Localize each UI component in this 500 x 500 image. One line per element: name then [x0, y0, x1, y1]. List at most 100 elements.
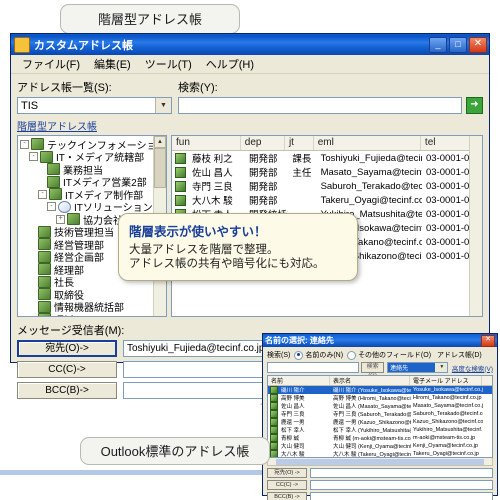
outlook-recipients-section: 宛先(O) -> CC(C) -> BCC(B) ->	[267, 468, 493, 500]
outlook-cell-name: 松下 幸人	[281, 428, 305, 434]
outlook-table-row[interactable]: 寺門 三良 寺門 三良 (Saburoh_Terakado@tecin...Sab…	[268, 410, 492, 418]
recipient-button-cc[interactable]: CC(C)->	[17, 361, 117, 378]
outlook-cell-display: 大八木 駿 (Takeru_Oyagi@tecinf.co...	[333, 452, 411, 458]
outlook-select-names-window: 名前の選択: 連絡先 ✕ 検索(S) 名前のみ(N) その他のフィールド(O) …	[262, 333, 498, 500]
cell-jt: 主任	[292, 168, 312, 179]
outlook-cell-name: 大八木 駿	[281, 452, 305, 458]
outlook-column-display[interactable]: 表示名	[330, 376, 410, 385]
group-icon	[38, 263, 51, 276]
recipient-button-bcc[interactable]: BCC(B)->	[17, 382, 117, 399]
menu-edit[interactable]: 編集(E)	[87, 55, 138, 73]
collapse-icon[interactable]: -	[47, 202, 56, 212]
outlook-search-button[interactable]: 検索(G)	[361, 362, 385, 379]
outlook-address-book-combo[interactable]: 連絡先 ▼	[387, 362, 448, 373]
toolbar-row: アドレス帳一覧(S): TIS ▼ 検索(Y): ➜	[17, 79, 483, 114]
outlook-contacts-list[interactable]: 名前 表示名 電子メール アドレス 磯川 陽介 磯川 陽介 (Yosuke_Iso…	[267, 375, 493, 458]
radio-name-only-label: 名前のみ(N)	[305, 352, 344, 359]
scroll-up-icon[interactable]: ▲	[154, 136, 166, 148]
menu-tools[interactable]: ツール(T)	[138, 55, 199, 73]
outlook-recipient-field-to[interactable]	[310, 468, 493, 478]
outlook-recipient-button-bcc[interactable]: BCC(B) ->	[267, 492, 307, 500]
scroll-thumb[interactable]	[154, 148, 166, 188]
cell-dep: 開発部	[248, 196, 278, 207]
advanced-search-link[interactable]: 高度な検索(V)	[452, 363, 493, 373]
collapse-icon[interactable]: -	[29, 152, 38, 162]
outlook-recipient-button-cc[interactable]: CC(C) ->	[267, 480, 307, 490]
list-header: fun dep jt eml tel	[172, 136, 482, 151]
tree-node[interactable]: 情報機器統括部	[20, 300, 166, 314]
outlook-search-input[interactable]	[267, 362, 359, 373]
chevron-down-icon[interactable]: ▼	[155, 98, 171, 113]
table-row[interactable]: 寺門 三良開発部Saburoh_Terakado@tecinf.co.jp03-…	[172, 179, 482, 193]
collapse-icon[interactable]: -	[38, 189, 47, 199]
table-row[interactable]: 佐山 昌人開発部主任Masato_Sayama@tecinf.co.jp03-0…	[172, 165, 482, 179]
maximize-button[interactable]: □	[449, 36, 467, 53]
outlook-horizontal-scrollbar[interactable]	[267, 458, 493, 466]
menu-help[interactable]: ヘルプ(H)	[199, 55, 261, 73]
contact-icon	[270, 418, 278, 426]
outlook-recipient-field-bcc[interactable]	[310, 492, 493, 500]
contact-icon	[270, 394, 278, 402]
outlook-table-row[interactable]: 佐山 昌人 佐山 昌人 (Masato_Sayama@tecinf...Masat…	[268, 402, 492, 410]
contact-icon	[270, 410, 278, 418]
outlook-close-button[interactable]: ✕	[481, 334, 495, 347]
minimize-button[interactable]: _	[429, 36, 447, 53]
outlook-column-email[interactable]: 電子メール アドレス	[410, 376, 482, 385]
outlook-recipient-row: CC(C) ->	[267, 480, 493, 490]
chevron-down-icon[interactable]: ▼	[434, 363, 447, 372]
cell-jt: 課長	[292, 154, 312, 165]
table-row[interactable]: 藤枝 利之 開発部 課長 Toshiyuki_Fujieda@tecinf.co.jp…	[172, 151, 482, 165]
radio-name-only[interactable]	[294, 350, 304, 360]
outlook-table-row[interactable]: 青柳 誠 青柳 誠 (m-aoki@msteam-tis.co.jp) m-aoki…	[268, 434, 492, 442]
search-label: 検索(Y):	[178, 82, 218, 94]
outlook-column-name[interactable]: 名前	[268, 376, 330, 385]
outlook-cell-email: Saburoh_Terakado@tecinf.co.jp	[413, 411, 483, 417]
column-header-dep[interactable]: dep	[241, 136, 285, 150]
caption-bottom: Outlook標準のアドレス帳	[80, 437, 270, 465]
collapse-icon[interactable]: -	[20, 139, 29, 149]
outlook-cell-display: 高野 博美 (Hiromi_Takano@tecinf.co...	[333, 396, 411, 402]
column-header-jt[interactable]: jt	[285, 136, 314, 150]
column-header-eml[interactable]: eml	[314, 136, 421, 150]
expand-icon[interactable]: +	[56, 214, 65, 224]
scroll-thumb[interactable]	[276, 458, 484, 465]
outlook-recipient-field-cc[interactable]	[310, 480, 493, 490]
column-header-fun[interactable]: fun	[172, 136, 241, 150]
address-book-value: TIS	[21, 99, 39, 112]
table-row[interactable]: 大八木 駿開発部Takeru_Oyagi@tecinf.co.jp03-0001…	[172, 193, 482, 207]
window-titlebar[interactable]: カスタムアドレス帳 _ □ ✕	[11, 34, 489, 55]
outlook-table-row[interactable]: 鹿還 一男 鹿還 一男 (Kazuo_Shikazono@tecinf...Kaz…	[268, 418, 492, 426]
search-group: 検索(Y): ➜	[172, 79, 483, 114]
menu-file[interactable]: ファイル(F)	[15, 55, 87, 73]
contact-icon	[270, 402, 278, 410]
recipient-button-to[interactable]: 宛先(O)->	[17, 340, 117, 357]
menubar: ファイル(F) 編集(E) ツール(T) ヘルプ(H)	[11, 55, 489, 74]
outlook-table-row[interactable]: 松下 幸人 松下 幸人 (Yukihiro_Matsushita@tec...Yu…	[268, 426, 492, 434]
outlook-cell-email: Yukihiro_Matsushita@tecinf...	[413, 427, 483, 433]
outlook-cell-display: 磯川 陽介 (Yosuke_Isokawa@tecinf...	[333, 388, 411, 394]
outlook-cell-email: m-aoki@msteam-tis.co.jp	[413, 435, 476, 441]
outlook-search-row: 検索(G) 連絡先 ▼ 高度な検索(V)	[267, 362, 493, 379]
radio-other-fields[interactable]	[347, 350, 357, 360]
outlook-table-row[interactable]: 高野 博美 高野 博美 (Hiromi_Takano@tecinf.co...Hi…	[268, 394, 492, 402]
go-arrow-icon[interactable]: ➜	[466, 97, 483, 114]
search-input[interactable]	[178, 97, 462, 114]
outlook-table-row[interactable]: 磯川 陽介 磯川 陽介 (Yosuke_Isokawa@tecinf...Yosu…	[268, 386, 492, 394]
list-scrollbar[interactable]	[469, 136, 482, 316]
outlook-recipient-button-to[interactable]: 宛先(O) ->	[267, 468, 307, 478]
outlook-cell-display: 寺門 三良 (Saburoh_Terakado@tecin...	[333, 412, 411, 418]
tree-node-label: 嘱託	[54, 312, 74, 317]
group-icon	[38, 313, 51, 316]
close-button[interactable]: ✕	[469, 36, 487, 53]
outlook-titlebar[interactable]: 名前の選択: 連絡先 ✕	[263, 334, 497, 347]
address-book-combo[interactable]: TIS ▼	[17, 97, 172, 114]
outlook-table-row[interactable]: 大八木 駿 大八木 駿 (Takeru_Oyagi@tecinf.co...Tak…	[268, 450, 492, 458]
outlook-table-row[interactable]: 大山 健司 大山 健司 (Kenji_Oyama@tecinf.co.jp)Ken…	[268, 442, 492, 450]
